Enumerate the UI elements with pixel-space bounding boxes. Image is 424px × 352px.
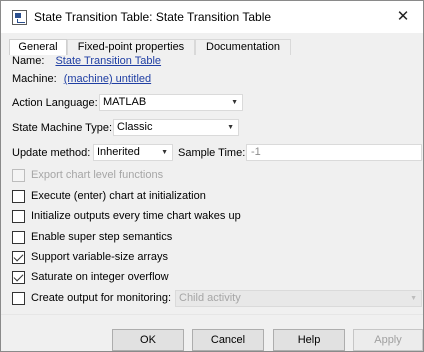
sample-time-label: Sample Time: <box>178 147 246 159</box>
help-button[interactable]: Help <box>273 329 345 351</box>
state-machine-type-value: Classic <box>117 121 153 133</box>
create-output-monitoring-label: Create output for monitoring: <box>31 292 172 304</box>
saturate-integer-overflow-checkbox-row[interactable]: Saturate on integer overflow <box>12 271 312 285</box>
super-step-semantics-label: Enable super step semantics <box>31 231 173 243</box>
machine-row: Machine: (machine) untitled <box>12 73 151 85</box>
name-link[interactable]: State Transition Table <box>55 55 161 67</box>
saturate-integer-overflow-checkbox[interactable] <box>12 271 25 284</box>
tab-fixed-point-properties[interactable]: Fixed-point properties <box>67 39 195 55</box>
close-button[interactable]: ✕ <box>383 1 423 33</box>
variable-size-arrays-label: Support variable-size arrays <box>31 251 168 263</box>
state-machine-type-label: State Machine Type: <box>12 122 113 134</box>
saturate-integer-overflow-label: Saturate on integer overflow <box>31 271 169 283</box>
machine-link[interactable]: (machine) untitled <box>64 73 151 85</box>
cancel-button[interactable]: Cancel <box>192 329 264 351</box>
export-chart-level-functions-label: Export chart level functions <box>31 169 164 181</box>
action-language-value: MATLAB <box>103 96 147 108</box>
chevron-down-icon: ▼ <box>161 149 168 156</box>
super-step-semantics-checkbox-row[interactable]: Enable super step semantics <box>12 231 312 245</box>
monitoring-select[interactable]: Child activity ▼ <box>175 290 422 307</box>
dialog-window: State Transition Table: State Transition… <box>0 0 424 352</box>
create-output-monitoring-checkbox-row[interactable]: Create output for monitoring: <box>12 292 182 306</box>
execute-at-initialization-checkbox-row[interactable]: Execute (enter) chart at initialization <box>12 190 312 204</box>
dialog-body: General Fixed-point properties Documenta… <box>1 33 423 351</box>
initialize-outputs-label: Initialize outputs every time chart wake… <box>31 210 241 222</box>
ok-button[interactable]: OK <box>112 329 184 351</box>
create-output-monitoring-checkbox[interactable] <box>12 292 25 305</box>
tab-general[interactable]: General <box>9 39 67 55</box>
name-row: Name: State Transition Table <box>12 55 161 67</box>
chevron-down-icon: ▼ <box>410 295 417 302</box>
tab-documentation[interactable]: Documentation <box>195 39 291 55</box>
apply-button[interactable]: Apply <box>353 329 423 351</box>
variable-size-arrays-checkbox-row[interactable]: Support variable-size arrays <box>12 251 312 265</box>
chevron-down-icon: ▼ <box>227 124 234 131</box>
button-separator <box>1 314 423 315</box>
machine-label: Machine: <box>12 73 57 85</box>
sample-time-input[interactable]: -1 <box>246 144 422 161</box>
initialize-outputs-checkbox[interactable] <box>12 210 25 223</box>
execute-at-initialization-checkbox[interactable] <box>12 190 25 203</box>
state-machine-type-select[interactable]: Classic ▼ <box>113 119 239 136</box>
super-step-semantics-checkbox[interactable] <box>12 231 25 244</box>
title-bar: State Transition Table: State Transition… <box>1 1 423 33</box>
action-language-select[interactable]: MATLAB ▼ <box>99 94 243 111</box>
variable-size-arrays-checkbox[interactable] <box>12 251 25 264</box>
monitoring-value: Child activity <box>179 292 241 304</box>
initialize-outputs-checkbox-row[interactable]: Initialize outputs every time chart wake… <box>12 210 312 224</box>
name-label: Name: <box>12 55 45 67</box>
execute-at-initialization-label: Execute (enter) chart at initialization <box>31 190 206 202</box>
update-method-value: Inherited <box>97 146 140 158</box>
chevron-down-icon: ▼ <box>231 99 238 106</box>
update-method-label: Update method: <box>12 147 91 159</box>
update-method-select[interactable]: Inherited ▼ <box>93 144 173 161</box>
export-chart-level-functions-checkbox-row[interactable]: Export chart level functions <box>12 169 312 183</box>
stateflow-chart-icon <box>12 10 27 25</box>
action-language-label: Action Language: <box>12 97 98 109</box>
window-title: State Transition Table: State Transition… <box>34 10 272 24</box>
export-chart-level-functions-checkbox[interactable] <box>12 169 25 182</box>
